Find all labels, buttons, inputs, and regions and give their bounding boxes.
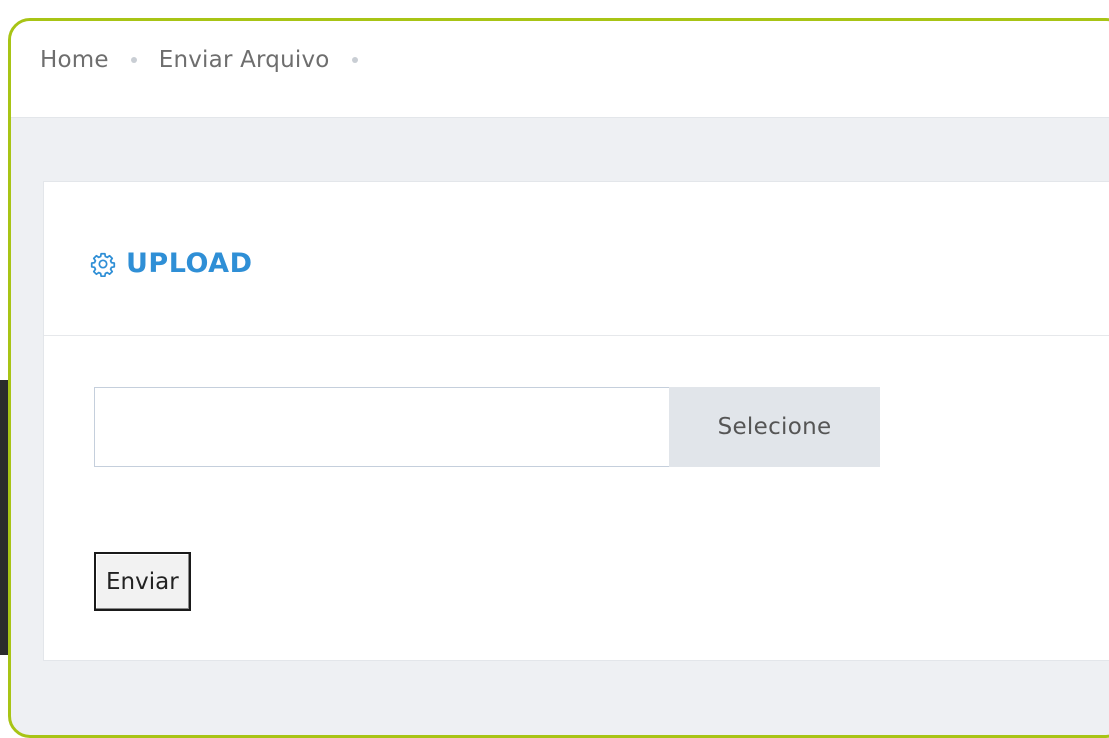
select-file-button[interactable]: Selecione	[669, 387, 880, 467]
file-upload-group: Selecione	[94, 387, 880, 467]
file-path-input[interactable]	[94, 387, 669, 467]
submit-button[interactable]: Enviar	[94, 552, 191, 611]
card-title-label: UPLOAD	[126, 248, 253, 279]
card-title: UPLOAD	[90, 248, 253, 279]
breadcrumb-separator	[351, 57, 358, 63]
breadcrumb-separator	[130, 57, 137, 63]
card-header: UPLOAD	[44, 182, 1109, 336]
breadcrumb: Home Enviar Arquivo	[40, 47, 380, 73]
window-frame: Home Enviar Arquivo UPLOAD Selecione Env…	[8, 18, 1109, 738]
breadcrumb-home-link[interactable]: Home	[40, 47, 109, 73]
upload-card: UPLOAD Selecione Enviar	[43, 181, 1109, 661]
gear-icon	[90, 252, 116, 277]
breadcrumb-bar: Home Enviar Arquivo	[11, 21, 1109, 118]
breadcrumb-current[interactable]: Enviar Arquivo	[159, 47, 330, 73]
